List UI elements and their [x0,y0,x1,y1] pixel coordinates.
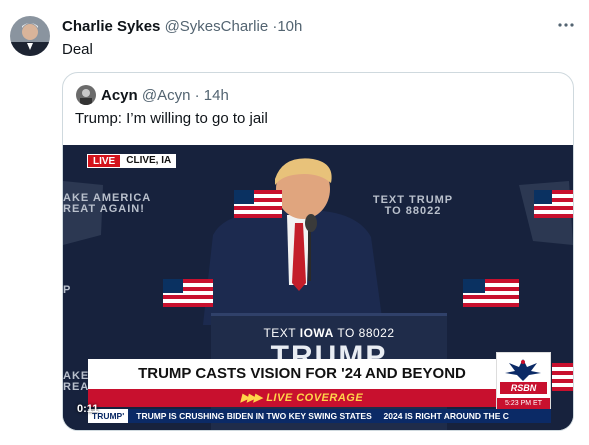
live-coverage-label: ▶▶▶ LIVE COVERAGE [88,389,516,407]
network-name: RSBN [500,382,547,394]
tweet-header: Charlie Sykes @SykesCharlie ·10h [62,17,302,36]
separator: · [194,87,200,104]
ticker-text: TRUMP IS CRUSHING BIDEN IN TWO KEY SWING… [136,411,509,421]
us-flag-icon [552,363,573,391]
news-ticker: TRUMP' TRUMP IS CRUSHING BIDEN IN TWO KEY… [88,409,551,423]
arrow-icon: ▶▶▶ [240,392,262,404]
live-badge: LIVE CLIVE, IA [87,154,177,168]
us-flag-icon [534,190,573,218]
quoted-tweet-card[interactable]: Acyn @Acyn · 14h Trump: I’m willing to g… [62,72,574,431]
podium-text: TEXT IOWA TO 88022 [263,326,395,340]
us-flag-icon [463,279,519,307]
tweet-time[interactable]: 10h [277,18,302,35]
quoted-tweet-header: Acyn @Acyn · 14h [101,86,229,105]
quoted-author-avatar[interactable] [76,85,96,105]
banner-text-trump: TEXT TRUMP TO 88022 [372,194,454,217]
quoted-tweet-time[interactable]: 14h [204,87,229,104]
lower-third: TRUMP CASTS VISION FOR '24 AND BEYOND ▶▶… [88,359,516,409]
author-handle[interactable]: @SykesCharlie [165,18,269,35]
network-time: 5:23 PM ET [497,398,550,409]
banner-text-side: P [63,284,72,296]
quoted-author-name[interactable]: Acyn [101,87,138,104]
quoted-author-handle[interactable]: @Acyn [142,87,191,104]
author-avatar[interactable] [10,16,50,56]
video-timestamp: 0:11 [77,403,99,415]
network-logo: RSBN 5:23 PM ET [496,352,551,409]
location-label: CLIVE, IA [121,154,177,168]
live-label: LIVE [87,154,122,168]
quoted-tweet-text: Trump: I’m willing to go to jail [75,110,268,127]
more-horizontal-icon[interactable] [556,15,576,35]
tweet-text: Deal [62,41,93,58]
author-name[interactable]: Charlie Sykes [62,18,160,35]
video-player[interactable]: AKE AMERICA REAT AGAIN! TEXT TRUMP TO 88… [63,145,573,430]
us-flag-icon [163,279,213,307]
headline: TRUMP CASTS VISION FOR '24 AND BEYOND [88,359,516,389]
banner-text-side-lower: AKE REA [63,370,90,393]
eagle-icon [505,359,541,381]
us-flag-icon [234,190,282,218]
banner-text-left: AKE AMERICA REAT AGAIN! [63,192,152,215]
